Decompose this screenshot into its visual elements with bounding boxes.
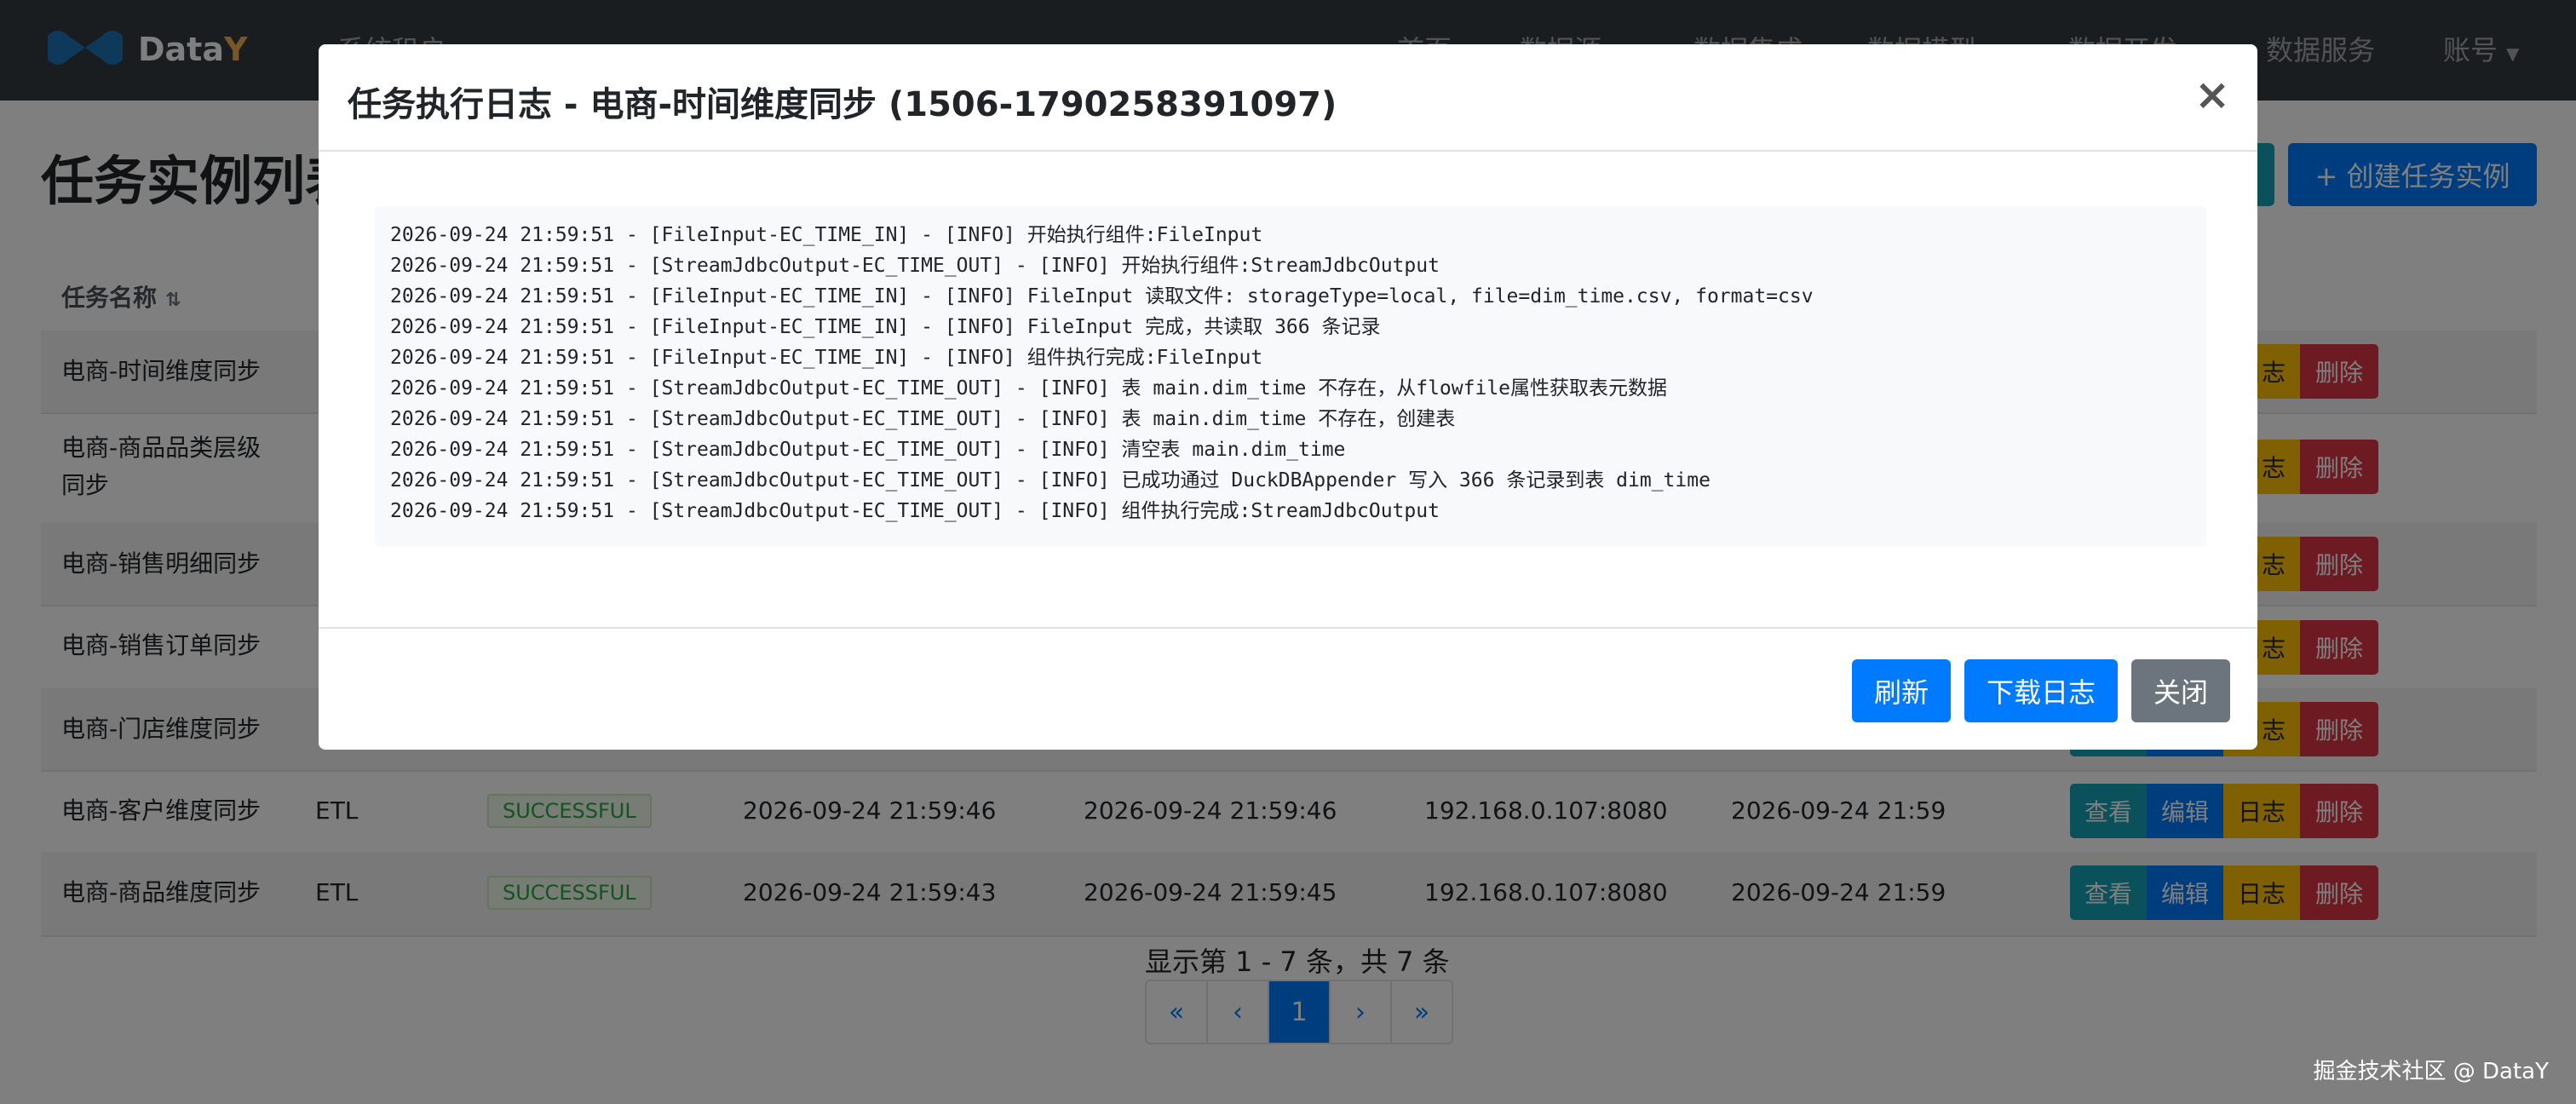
log-line: 2026-09-24 21:59:51 - [FileInput-EC_TIME… <box>390 316 1381 338</box>
log-line: 2026-09-24 21:59:51 - [StreamJdbcOutput-… <box>390 439 1346 461</box>
log-line: 2026-09-24 21:59:51 - [StreamJdbcOutput-… <box>390 408 1456 430</box>
log-line: 2026-09-24 21:59:51 - [StreamJdbcOutput-… <box>390 377 1668 400</box>
close-icon[interactable]: × <box>2194 70 2230 119</box>
task-log-modal: 任务执行日志 - 电商-时间维度同步 (1506-1790258391097) … <box>319 44 2257 750</box>
watermark: 掘金技术社区 @ DataY <box>2313 1059 2550 1084</box>
log-output: 2026-09-24 21:59:51 - [FileInput-EC_TIME… <box>375 206 2206 547</box>
modal-footer: 刷新 下载日志 关闭 <box>319 627 2257 750</box>
log-line: 2026-09-24 21:59:51 - [StreamJdbcOutput-… <box>390 469 1711 492</box>
log-line: 2026-09-24 21:59:51 - [FileInput-EC_TIME… <box>390 224 1263 246</box>
log-line: 2026-09-24 21:59:51 - [FileInput-EC_TIME… <box>390 285 1814 308</box>
close-button[interactable]: 关闭 <box>2131 659 2230 722</box>
log-line: 2026-09-24 21:59:51 - [StreamJdbcOutput-… <box>390 255 1440 277</box>
log-line: 2026-09-24 21:59:51 - [StreamJdbcOutput-… <box>390 500 1440 522</box>
log-line: 2026-09-24 21:59:51 - [FileInput-EC_TIME… <box>390 347 1263 369</box>
modal-title: 任务执行日志 - 电商-时间维度同步 (1506-1790258391097) <box>348 85 1337 124</box>
download-log-button[interactable]: 下载日志 <box>1964 659 2118 722</box>
modal-header: 任务执行日志 - 电商-时间维度同步 (1506-1790258391097) … <box>319 44 2257 152</box>
refresh-button[interactable]: 刷新 <box>1852 659 1951 722</box>
